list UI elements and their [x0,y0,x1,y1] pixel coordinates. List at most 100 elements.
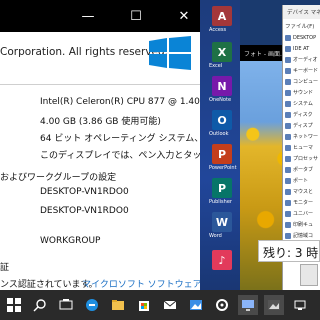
remaining-time-tooltip: 残り: 3 時 [258,240,320,262]
device-tree-item[interactable]: オーディオ [285,55,320,64]
device-tree-label: マウスと [293,189,314,195]
system-icon[interactable] [238,295,258,315]
device-tree-label: DESKTOP [293,34,317,41]
device-category-icon [285,221,291,228]
photos-icon[interactable] [186,295,206,315]
device-tree-label: ネットワー [293,134,319,140]
excel-icon[interactable]: X [212,42,232,62]
task-view-icon[interactable] [56,295,76,315]
device-tree-label: ユニバー [293,211,314,217]
system-properties-window: — ☐ ✕ Corporation. All rights reserved. … [0,0,200,290]
device-tree-item[interactable]: ポータブ [285,165,320,174]
file-explorer-icon[interactable] [108,295,128,315]
powerpoint-icon[interactable]: P [212,144,232,164]
device-category-icon [285,199,291,206]
device-tree-item[interactable]: キーボード [285,66,320,75]
device-tree-label: キーボード [293,68,319,74]
workgroup-section-heading: およびワークグループの設定 [0,173,117,183]
divider [0,84,200,85]
device-category-icon [285,34,291,41]
device-tree-item[interactable]: ディスプ [285,121,320,130]
device-tree-label: ディスク [293,112,313,118]
device-category-icon [285,133,291,140]
maximize-button[interactable]: ☐ [120,0,152,32]
device-category-icon [285,188,291,195]
device-category-icon [285,177,291,184]
device-manager-title-bar: デバイス マネージャー [283,5,320,19]
start-icon[interactable] [4,295,24,315]
device-tree-label: IDE AT [293,45,310,52]
desktop-icon-label: Excel [209,63,223,69]
device-tree-item[interactable]: IDE AT [285,44,320,53]
desktop-icon-label: OneNote [209,97,232,103]
device-category-icon [285,111,291,118]
device-tree-label: ヒューマ [293,145,314,151]
device-category-icon [285,122,291,129]
mail-icon[interactable] [160,295,180,315]
close-button[interactable]: ✕ [168,0,200,32]
device-tree-label: 記憶域コ [293,233,314,239]
device-tree-item[interactable]: 記憶域コ [285,231,320,240]
store-icon[interactable] [134,295,154,315]
full-computer-name-value: DESKTOP-VN1RDO0 [40,206,129,216]
device-tree-item[interactable]: マウスと [285,187,320,196]
desktop: A Access X Excel N OneNote O Outlook P P… [200,0,240,300]
desktop-icon-label: PowerPoint [209,165,237,171]
device-tree-label: 印刷キュ [293,222,314,228]
device-tree-item[interactable]: 印刷キュ [285,220,320,229]
word-icon[interactable]: W [212,212,232,232]
computer-name-value: DESKTOP-VN1RDO0 [40,187,129,197]
device-tree-label: コンピュー [293,79,319,85]
device-category-icon [285,210,291,217]
desktop-icon-label: Access [209,27,227,33]
device-category-icon [285,67,291,74]
processor-value: Intel(R) Celeron(R) CPU 877 @ 1.40GHz [40,97,200,107]
onenote-icon[interactable]: N [212,76,232,96]
taskbar [0,290,320,320]
device-tree-item[interactable]: DESKTOP [285,33,320,42]
device-tree-label: モニター [293,200,314,206]
activation-heading: 証 [0,263,10,273]
timer-icon[interactable] [300,264,318,286]
device-tree-label: ポート [293,178,309,184]
photos-app-icon[interactable] [264,295,284,315]
desktop-icon-label: Outlook [209,131,229,137]
copyright-text: Corporation. All rights reserved. [0,46,169,58]
device-tree-item[interactable]: ネットワー [285,132,320,141]
system-type-value: 64 ビット オペレーティング システム、x64 ベース [40,134,200,144]
device-tree-item[interactable]: ユニバー [285,209,320,218]
search-icon[interactable] [30,295,50,315]
device-tree-item[interactable]: プロセッサ [285,154,320,163]
device-category-icon [285,89,291,96]
device-tree-label: プロセッサ [293,156,319,162]
edge-icon[interactable] [82,295,102,315]
windows-logo-icon [149,36,191,70]
music-app-icon[interactable]: ♪ [212,250,232,270]
device-tree-item[interactable]: コンピュー [285,77,320,86]
device-category-icon [285,45,291,52]
device-tree-item[interactable]: ディスク [285,110,320,119]
workgroup-value: WORKGROUP [40,236,101,246]
publisher-icon[interactable]: P [212,178,232,198]
outlook-icon[interactable]: O [212,110,232,130]
device-tree-item[interactable]: サウンド [285,88,320,97]
settings-icon[interactable] [212,295,232,315]
license-terms-link[interactable]: マイクロソフト ソフトウェア ライセン [82,277,200,290]
access-icon[interactable]: A [212,6,232,26]
device-tree-item[interactable]: モニター [285,198,320,207]
device-tree-item[interactable]: ヒューマ [285,143,320,152]
device-tree-item[interactable]: ポート [285,176,320,185]
device-tree-label: ディスプ [293,123,313,129]
title-bar: — ☐ ✕ [0,0,200,32]
device-manager-title: デバイス マネージャー [287,10,320,16]
network-icon[interactable] [290,295,310,315]
pen-touch-value: このディスプレイでは、ペン入力とタッチ入力は [40,151,200,161]
device-category-icon [285,155,291,162]
device-tree-item[interactable]: システム [285,99,320,108]
device-category-icon [285,232,291,239]
device-category-icon [285,166,291,173]
device-category-icon [285,144,291,151]
file-menu[interactable]: ファイル(F) [285,22,314,30]
device-tree-label: サウンド [293,90,314,96]
minimize-button[interactable]: — [72,0,104,32]
